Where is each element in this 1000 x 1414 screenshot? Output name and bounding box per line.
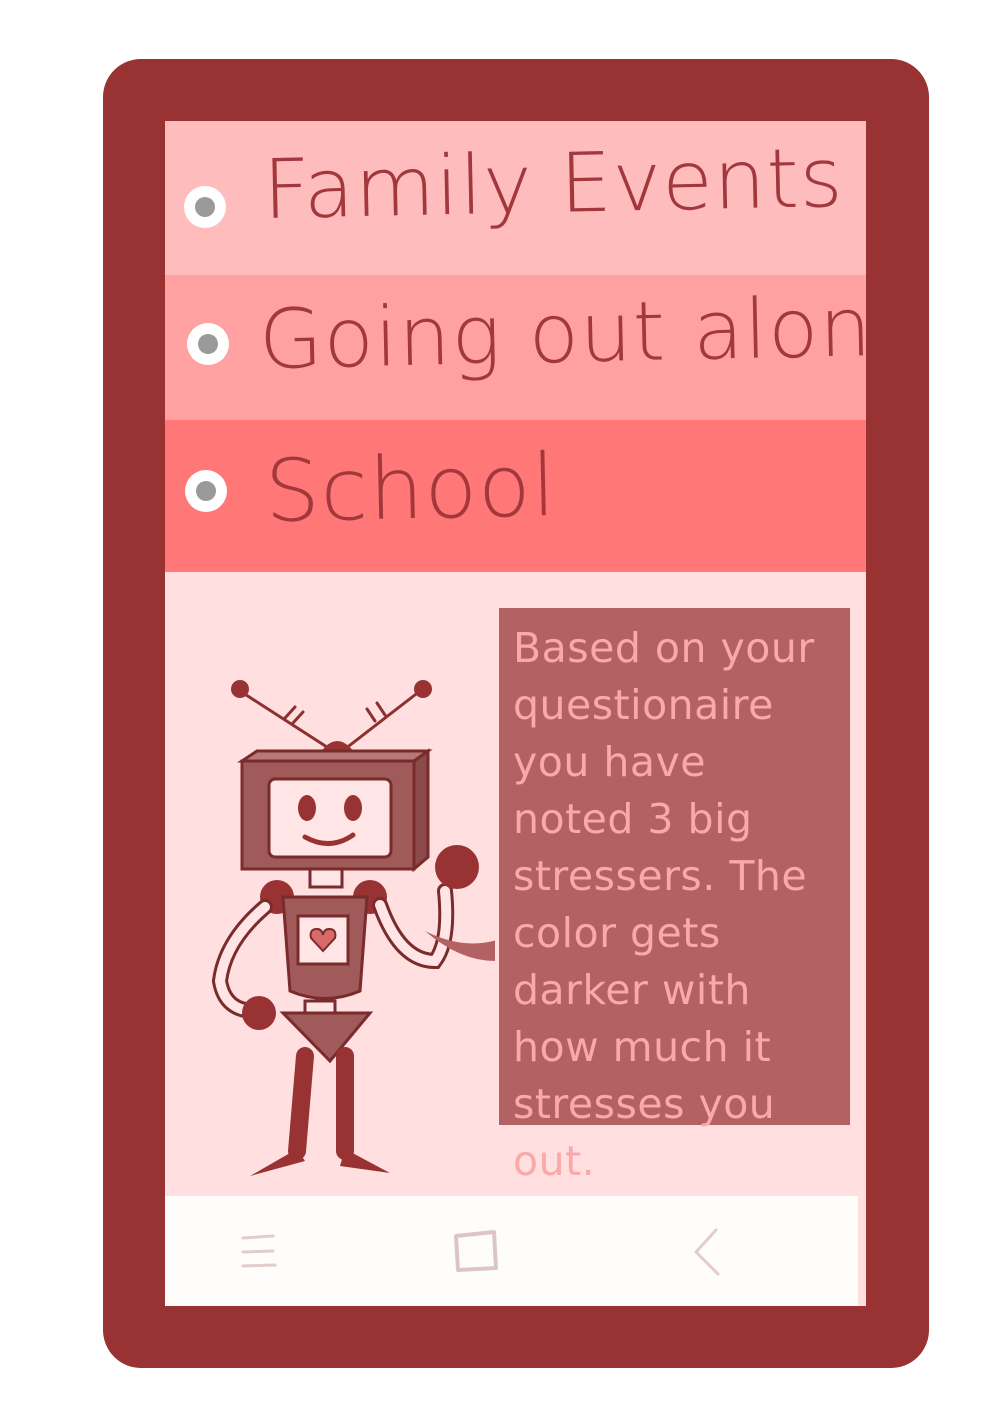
stressor-option-family-events[interactable]: Family Events [165, 121, 866, 275]
option-label: School [263, 435, 558, 542]
radio-dot [196, 481, 216, 501]
speech-bubble: Based on your questionaire you have note… [499, 608, 850, 1185]
radio-dot [195, 197, 215, 217]
radio-dot [198, 334, 218, 354]
home-square-icon[interactable] [448, 1224, 504, 1280]
option-label: Going out alone [258, 279, 866, 388]
stressor-option-going-out-alone[interactable]: Going out alone [165, 275, 866, 420]
robot-assistant-illustration [211, 680, 495, 1176]
menu-lines-icon[interactable] [233, 1224, 289, 1280]
navigation-bar [165, 1196, 858, 1306]
back-chevron-icon[interactable] [678, 1224, 734, 1280]
radio-button-family-events[interactable] [184, 186, 226, 228]
assistant-message: Based on your questionaire you have note… [513, 624, 815, 1185]
stressor-option-school[interactable]: School [165, 420, 866, 572]
app-screen: Family Events Going out alone School Bas… [165, 121, 866, 1306]
option-label: Family Events [262, 130, 845, 238]
radio-button-going-out-alone[interactable] [187, 323, 229, 365]
radio-button-school[interactable] [185, 470, 227, 512]
